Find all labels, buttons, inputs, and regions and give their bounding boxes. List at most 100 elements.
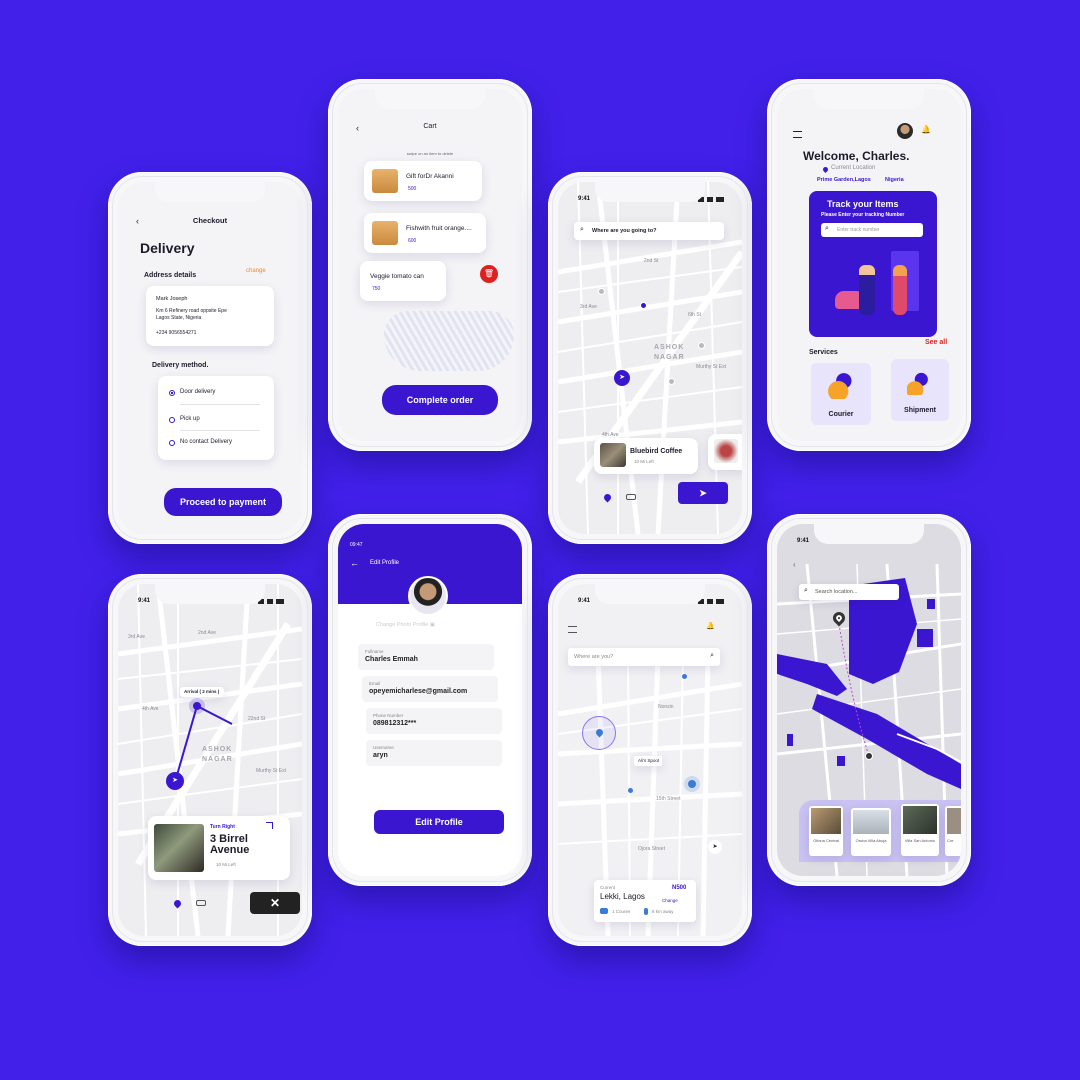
- compass-icon[interactable]: ➤: [708, 840, 722, 854]
- service-label: Courier: [828, 411, 854, 418]
- place-photo: [811, 808, 841, 834]
- close-button[interactable]: ✕: [250, 892, 300, 914]
- map-poi[interactable]: [668, 378, 675, 385]
- service-shipment[interactable]: Shipment: [891, 359, 949, 421]
- delete-icon[interactable]: 🗑: [480, 265, 498, 283]
- cart-item[interactable]: Fishwith fruit orange.... 600: [364, 213, 486, 253]
- bell-icon[interactable]: 🔔: [921, 125, 931, 134]
- courier-count: 1 Courier: [612, 909, 631, 914]
- navigate-marker-icon[interactable]: ➤: [614, 370, 630, 386]
- walk-icon: [644, 908, 648, 915]
- place-photo: [154, 824, 204, 872]
- map-label: NAGAR: [202, 756, 233, 763]
- destination-marker[interactable]: [193, 702, 201, 710]
- map-poi[interactable]: [640, 302, 647, 309]
- service-label: Shipment: [904, 407, 936, 414]
- search-bar[interactable]: ⌕ Where are you going to?: [574, 222, 724, 240]
- place-tag[interactable]: Ali's Spoot: [634, 756, 662, 766]
- change-photo-link[interactable]: Change Photo Profile ▣: [376, 622, 435, 628]
- change-photo-text: Change Photo Profile: [376, 622, 429, 628]
- phone-notch: [814, 89, 924, 109]
- proceed-button[interactable]: Proceed to payment: [164, 488, 282, 516]
- navigate-button[interactable]: ➤: [678, 482, 728, 504]
- edit-profile-button[interactable]: Edit Profile: [374, 810, 504, 834]
- delivery-heading: Delivery: [140, 240, 195, 256]
- courier-marker[interactable]: [688, 780, 696, 788]
- map-pin[interactable]: [682, 674, 687, 679]
- search-input[interactable]: Search location...: [815, 589, 858, 595]
- shipment-icon: [907, 369, 933, 395]
- option-nocontact[interactable]: No contact Delivery: [180, 439, 232, 445]
- item-price: 500: [408, 186, 417, 192]
- search-input[interactable]: Where are you going to?: [592, 228, 656, 234]
- map-label: 4th Ave: [142, 706, 159, 712]
- map-label: ASHOK: [202, 746, 233, 753]
- radio-nocontact[interactable]: [169, 440, 175, 446]
- map-poi[interactable]: [698, 342, 705, 349]
- place-distance: 10 Mi Left: [634, 459, 654, 464]
- avatar[interactable]: [897, 123, 913, 139]
- email-field[interactable]: Email opeyemicharlese@gmail.com: [362, 676, 498, 702]
- cart-item[interactable]: Gift forDr Akanni 500: [364, 161, 482, 201]
- distance-text: 10 Mi Left: [216, 862, 236, 867]
- page-title: Checkout: [192, 216, 228, 225]
- vr-icon[interactable]: [196, 900, 206, 906]
- radio-pickup[interactable]: [169, 417, 175, 423]
- map-pin[interactable]: [628, 788, 633, 793]
- map-label: 6th St: [688, 312, 702, 318]
- turn-right-icon: [266, 822, 273, 829]
- option-door[interactable]: Door delivery: [180, 389, 215, 395]
- complete-order-button[interactable]: Complete order: [382, 385, 498, 415]
- map-poi[interactable]: [598, 288, 605, 295]
- map-label: ASHOK: [654, 344, 685, 351]
- street-name: 3 Birrel Avenue: [210, 833, 250, 856]
- phone-home: 🔔 Welcome, Charles. Current Location Pri…: [767, 79, 971, 451]
- menu-icon[interactable]: [568, 626, 577, 633]
- place-card[interactable]: Oruba Villa Abuja: [851, 808, 891, 856]
- back-arrow-icon[interactable]: ←: [350, 558, 359, 568]
- map-label: 3rd Ave: [128, 634, 145, 640]
- location-search-bar[interactable]: ⌕ Search location...: [799, 584, 899, 600]
- item-price: 600: [408, 238, 417, 244]
- menu-icon[interactable]: [793, 131, 802, 138]
- current-value: Lekki, Lagos: [600, 892, 645, 901]
- navigate-marker-icon[interactable]: ➤: [166, 772, 184, 790]
- search-location-screen: 9:41 ‹ ⌕ Search location... Ofiona Centr…: [777, 524, 961, 876]
- username-field[interactable]: Username aryn: [366, 740, 502, 766]
- swipe-hint: swipe on an item to delete: [406, 151, 454, 156]
- vr-icon[interactable]: [626, 494, 636, 500]
- bell-icon[interactable]: 🔔: [706, 622, 715, 630]
- item-name: Fishwith fruit orange....: [406, 225, 472, 232]
- services-label: Services: [809, 349, 838, 356]
- service-courier[interactable]: Courier: [811, 363, 871, 425]
- phone-profile: 09:47 ← Edit Profile Change Photo Profil…: [328, 514, 532, 886]
- map-view[interactable]: 3rd Ave 2nd Ave 4th Ave 22nd St ASHOK NA…: [118, 584, 302, 936]
- end-marker[interactable]: [865, 752, 873, 760]
- fullname-field[interactable]: Fullname Charles Emmah: [358, 644, 494, 670]
- back-arrow-icon[interactable]: ‹: [793, 560, 796, 569]
- where-search-bar[interactable]: Where are you? ⌕: [568, 648, 720, 666]
- place-card[interactable]: Villa San Antonio: [901, 804, 939, 856]
- change-link[interactable]: Change: [662, 898, 678, 903]
- search-icon: ⌕: [580, 226, 584, 233]
- method-label: Delivery method.: [152, 362, 209, 369]
- place-card-next[interactable]: [708, 434, 742, 470]
- current-location-marker[interactable]: [582, 716, 616, 750]
- customer-shape: [893, 265, 907, 315]
- cart-item-swiped[interactable]: Veggie tomato can 750: [360, 261, 446, 301]
- place-card[interactable]: Cre: [945, 806, 961, 856]
- place-card[interactable]: Ofiona Central: [809, 806, 843, 856]
- change-link[interactable]: change: [246, 268, 266, 274]
- radio-door[interactable]: [169, 390, 175, 396]
- place-card[interactable]: Bluebird Coffee 10 Mi Left: [594, 438, 698, 474]
- phone-notch: [595, 584, 705, 604]
- phone-notch: [155, 584, 265, 604]
- see-all-link[interactable]: See all: [925, 339, 947, 346]
- track-subtitle: Please Enter your tracking Number: [821, 212, 905, 218]
- phone-field[interactable]: Phone Number 089812312***: [366, 708, 502, 734]
- location-pin-icon: [594, 727, 605, 738]
- track-input[interactable]: ⌕ Enter track number: [821, 223, 923, 237]
- search-input[interactable]: Where are you?: [574, 654, 613, 660]
- option-pickup[interactable]: Pick up: [180, 416, 200, 422]
- profile-avatar[interactable]: [408, 576, 448, 616]
